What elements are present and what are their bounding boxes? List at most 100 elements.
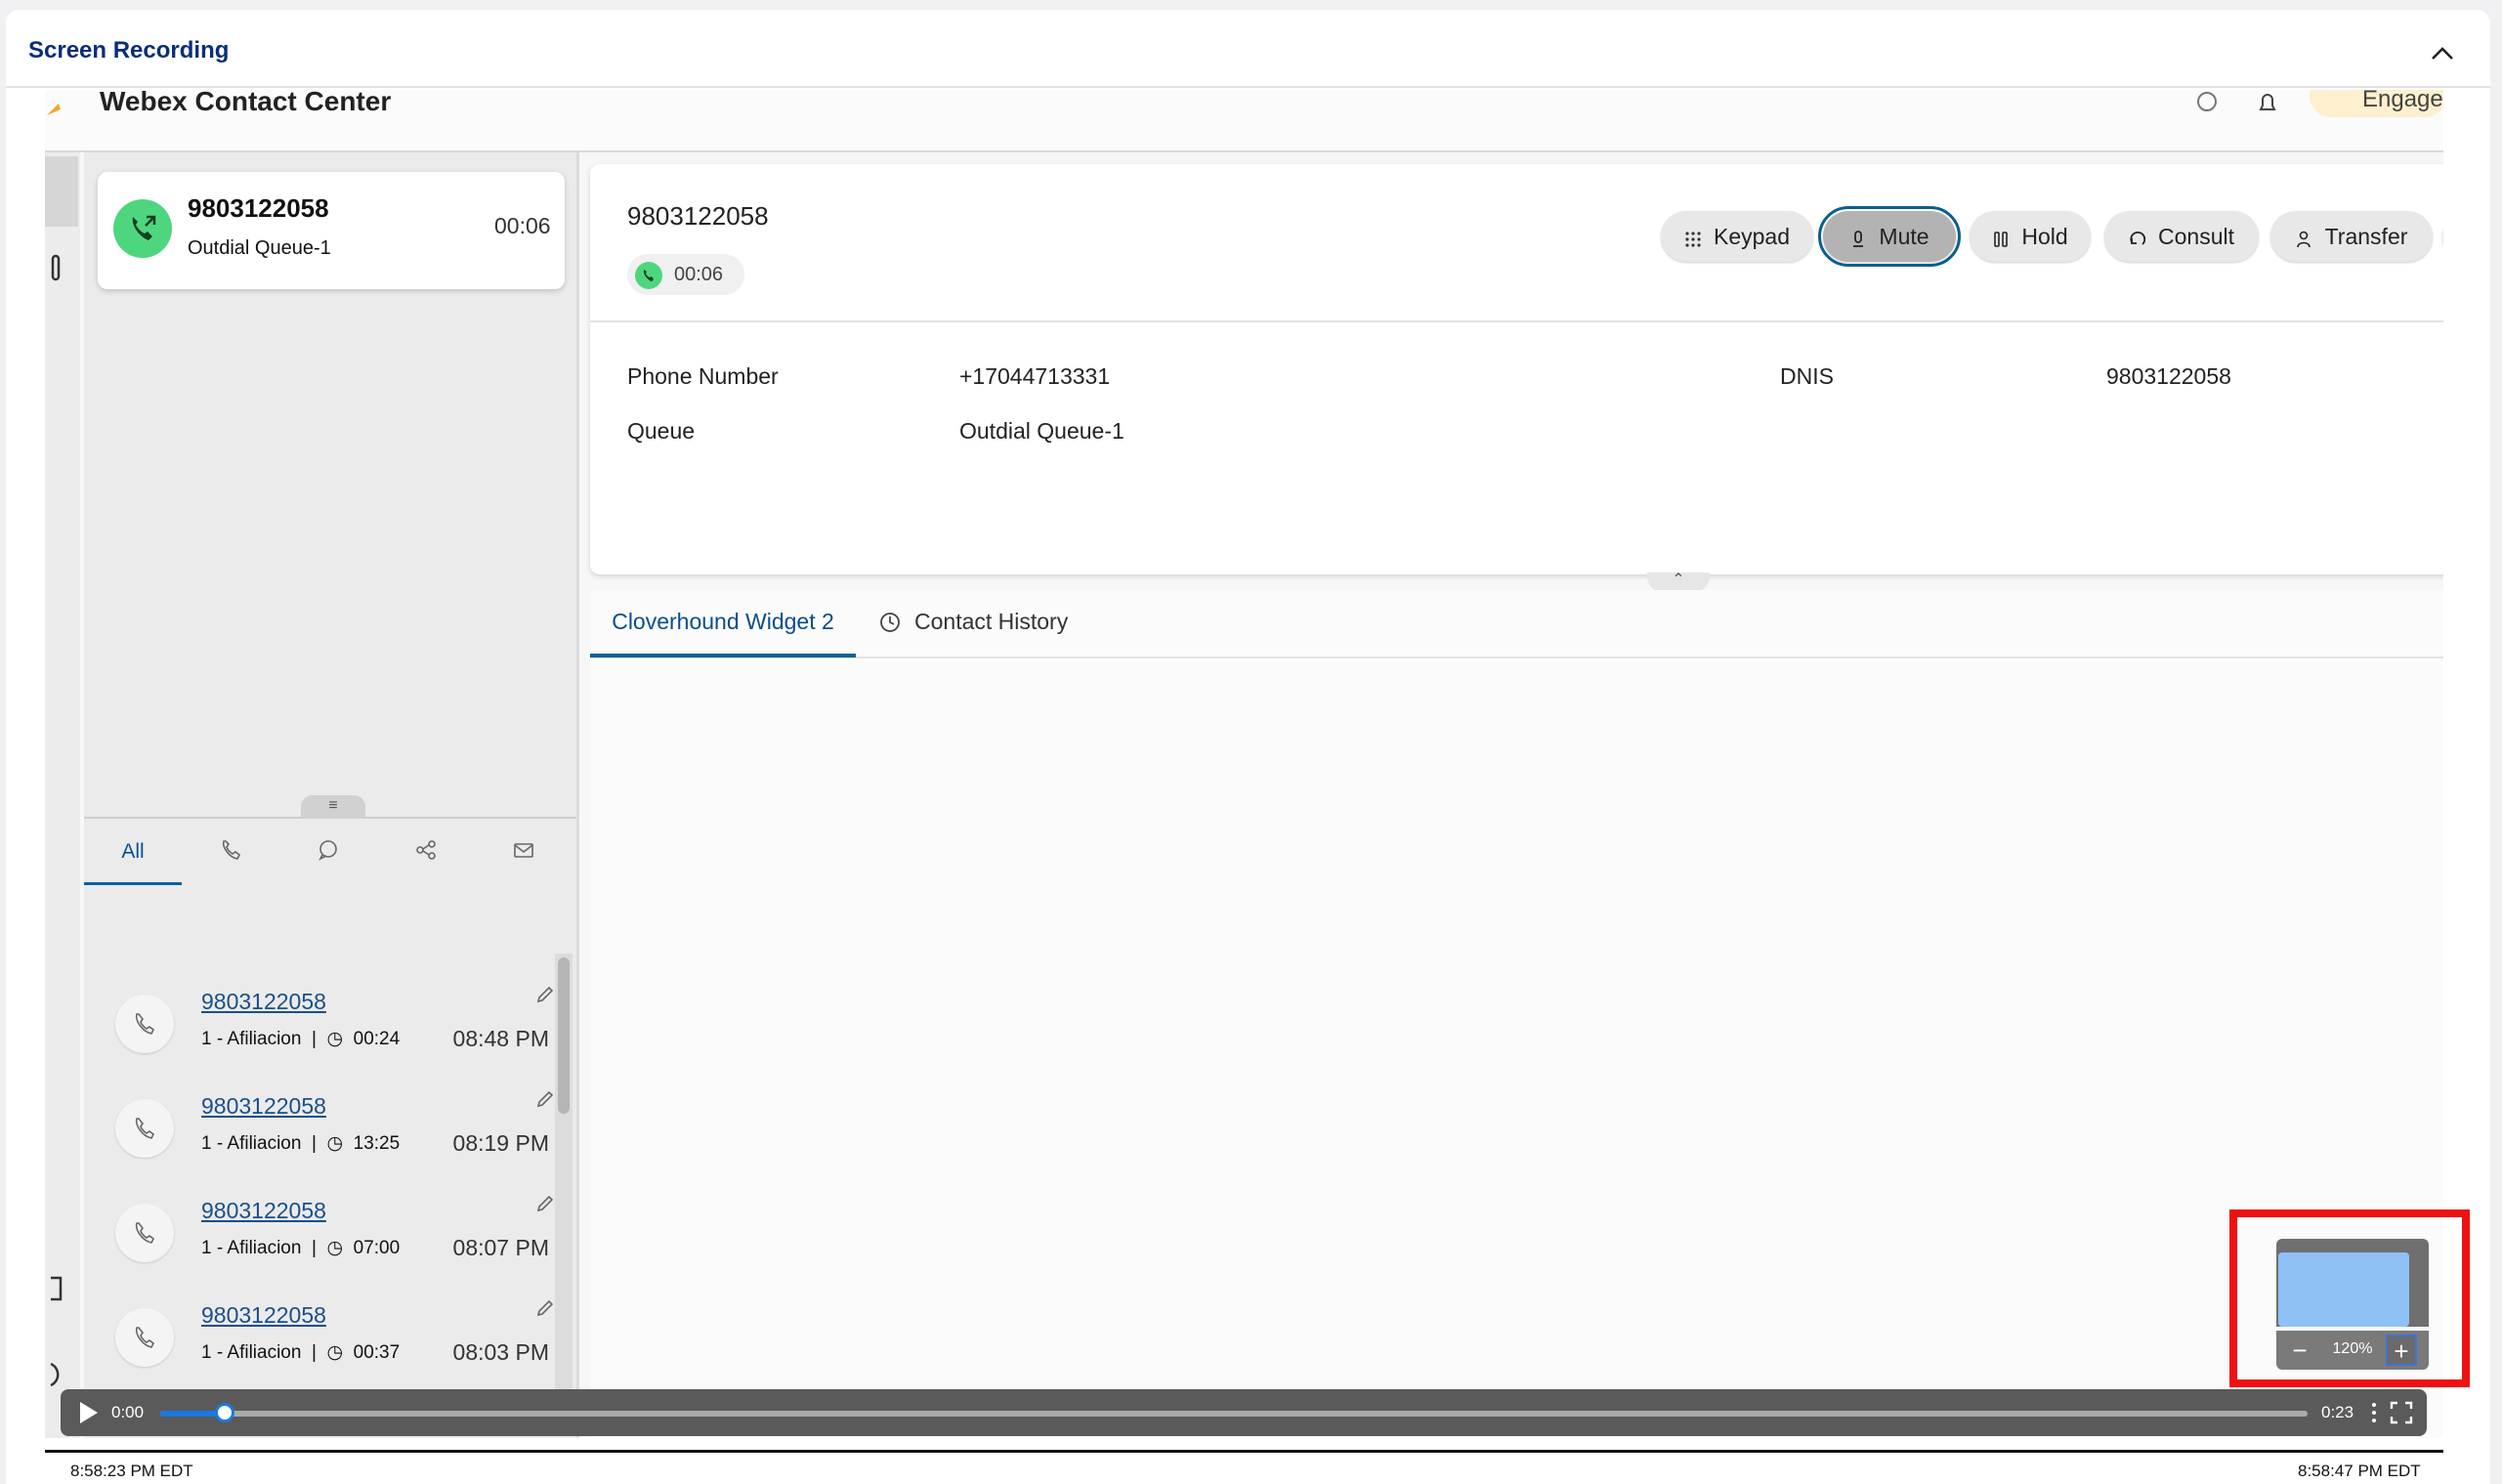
mute-button[interactable]: Mute xyxy=(1818,206,1961,267)
fullscreen-icon[interactable] xyxy=(2388,1399,2415,1426)
history-queue: 1 - Afiliacion xyxy=(201,1238,302,1258)
phone-number-label: Phone Number xyxy=(627,363,779,389)
microphone-icon xyxy=(1849,228,1867,247)
history-duration: 00:37 xyxy=(353,1342,401,1363)
phone-number-value: +17044713331 xyxy=(959,363,1111,389)
headset-icon xyxy=(2194,92,2220,115)
more-options-icon[interactable] xyxy=(2366,1399,2382,1426)
history-number-link[interactable]: 9803122058 xyxy=(201,1093,326,1120)
edit-pencil-icon[interactable] xyxy=(535,1089,555,1109)
chat-icon xyxy=(318,839,339,867)
keypad-label: Keypad xyxy=(1713,223,1790,249)
pause-icon xyxy=(1992,228,2010,247)
tab-chat[interactable] xyxy=(279,821,377,885)
keypad-icon xyxy=(1684,228,1702,247)
history-scrollbar[interactable] xyxy=(558,957,570,1114)
queue-label: Queue xyxy=(627,418,696,444)
tab-social[interactable] xyxy=(377,821,475,885)
contact-history-label: Contact History xyxy=(914,609,1069,634)
edit-pencil-icon[interactable] xyxy=(535,1194,555,1213)
webex-header: Webex Contact Center Engaged xyxy=(45,90,2443,152)
interaction-number: 9803122058 xyxy=(627,201,769,231)
phone-icon xyxy=(115,995,174,1053)
history-divider xyxy=(84,817,576,819)
call-status-icon xyxy=(635,262,662,289)
history-number-link[interactable]: 9803122058 xyxy=(201,1302,326,1329)
rail-active-tab xyxy=(45,156,78,227)
agent-state-label: Engaged xyxy=(2362,90,2443,112)
queue-value: Outdial Queue-1 xyxy=(959,418,1124,444)
tab-cloverhound-widget[interactable]: Cloverhound Widget 2 xyxy=(590,590,856,657)
share-icon xyxy=(415,839,437,867)
dnis-value: 9803122058 xyxy=(2106,363,2231,389)
history-number-link[interactable]: 9803122058 xyxy=(201,1198,326,1224)
collapse-details-button[interactable]: ⌃ xyxy=(1647,572,1710,592)
recording-end-timestamp: 8:58:47 PM EDT xyxy=(2298,1462,2421,1480)
interaction-panel: 9803122058 00:06 Keypad Mute Hold Consul… xyxy=(590,164,2443,574)
call-card-queue: Outdial Queue-1 xyxy=(188,237,331,259)
edit-pencil-icon[interactable] xyxy=(535,1298,555,1318)
recording-frame: Webex Contact Center Engaged 9803122058 … xyxy=(45,90,2443,1438)
clock-icon xyxy=(879,612,901,633)
webex-logo-icon xyxy=(45,100,63,117)
active-call-card[interactable]: 9803122058 Outdial Queue-1 00:06 xyxy=(98,172,565,289)
phone-icon xyxy=(220,839,241,867)
consult-button[interactable]: Consult xyxy=(2104,211,2259,262)
outgoing-call-icon xyxy=(113,199,172,258)
panel-divider xyxy=(6,86,2490,88)
tab-calls[interactable] xyxy=(182,821,279,885)
history-duration: 07:00 xyxy=(353,1238,401,1258)
history-item[interactable]: 9803122058 1 - Afiliacion | ◷ 13:25 08:1… xyxy=(106,1074,554,1178)
history-time: 08:03 PM xyxy=(452,1339,549,1365)
history-meta: 1 - Afiliacion | ◷ 00:24 xyxy=(201,1029,401,1049)
history-queue: 1 - Afiliacion xyxy=(201,1342,302,1363)
current-time: 0:00 xyxy=(111,1403,145,1421)
call-card-timer: 00:06 xyxy=(494,213,551,238)
panel-title: Screen Recording xyxy=(28,37,230,64)
tab-contact-history[interactable]: Contact History xyxy=(879,590,1094,654)
widget-tabs: Cloverhound Widget 2 Contact History xyxy=(590,590,2443,658)
seek-handle[interactable] xyxy=(214,1403,234,1422)
interaction-divider xyxy=(590,320,2443,322)
rail-moon-icon xyxy=(47,1360,66,1389)
mute-label: Mute xyxy=(1879,223,1930,249)
edit-pencil-icon[interactable] xyxy=(535,985,555,1004)
history-duration: 13:25 xyxy=(353,1133,401,1154)
history-item[interactable]: 9803122058 1 - Afiliacion | ◷ 00:24 08:4… xyxy=(106,969,554,1074)
keypad-button[interactable]: Keypad xyxy=(1661,211,1813,262)
webex-title: Webex Contact Center xyxy=(100,90,392,116)
video-player-bar: 0:00 0:23 xyxy=(61,1389,2427,1436)
history-meta: 1 - Afiliacion | ◷ 13:25 xyxy=(201,1133,401,1154)
history-meta: 1 - Afiliacion | ◷ 07:00 xyxy=(201,1238,401,1258)
tab-email[interactable] xyxy=(475,821,572,885)
history-duration: 00:24 xyxy=(353,1029,401,1049)
consult-label: Consult xyxy=(2158,223,2234,249)
timeline-divider xyxy=(45,1450,2443,1453)
hold-button[interactable]: Hold xyxy=(1970,211,2091,262)
call-card-number: 9803122058 xyxy=(188,193,329,223)
rail-share-icon xyxy=(47,1274,66,1303)
history-item[interactable]: 9803122058 1 - Afiliacion | ◷ 07:00 08:0… xyxy=(106,1178,554,1283)
collapse-chevron-up-icon[interactable] xyxy=(2426,37,2459,70)
left-rail xyxy=(45,152,80,1438)
history-queue: 1 - Afiliacion xyxy=(201,1029,302,1049)
transfer-label: Transfer xyxy=(2324,223,2408,249)
total-duration: 0:23 xyxy=(2321,1403,2354,1421)
play-icon[interactable] xyxy=(74,1399,102,1426)
seek-track[interactable] xyxy=(160,1411,2308,1417)
history-number-link[interactable]: 9803122058 xyxy=(201,989,326,1015)
hold-label: Hold xyxy=(2021,223,2068,249)
tab-all[interactable]: All xyxy=(84,821,182,885)
record-pause-button[interactable] xyxy=(2442,211,2443,262)
history-time: 08:48 PM xyxy=(452,1026,549,1051)
phone-icon xyxy=(115,1308,174,1367)
transfer-button[interactable]: Transfer xyxy=(2270,211,2433,262)
history-meta: 1 - Afiliacion | ◷ 00:37 xyxy=(201,1342,401,1363)
history-item[interactable]: 9803122058 1 - Afiliacion | ◷ 00:37 08:0… xyxy=(106,1283,554,1387)
widget-area: Cloverhound Widget 2 Contact History xyxy=(590,590,2443,1438)
transfer-icon xyxy=(2296,228,2313,248)
mail-icon xyxy=(513,839,534,867)
history-time: 08:19 PM xyxy=(452,1130,549,1156)
resize-handle[interactable]: ≡ xyxy=(301,795,365,817)
history-queue: 1 - Afiliacion xyxy=(201,1133,302,1154)
